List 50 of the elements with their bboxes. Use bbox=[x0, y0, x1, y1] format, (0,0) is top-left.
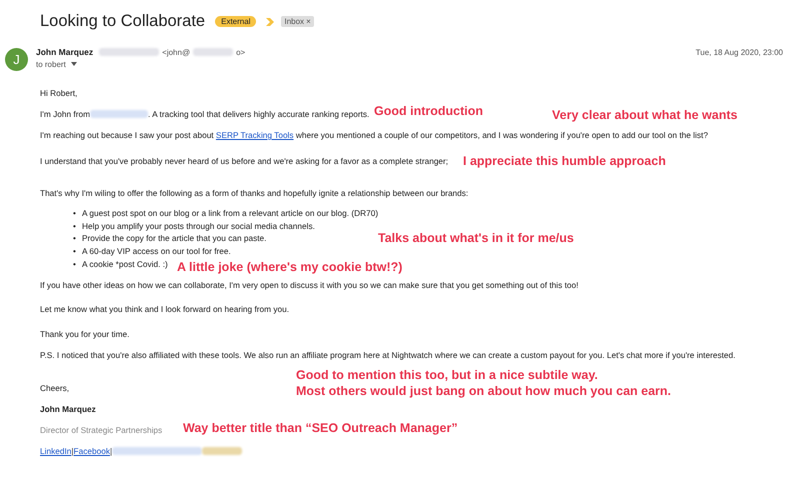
paragraph: P.S. I noticed that you're also affiliated with these tools. We also run an affiliate program here at Nightwatch where we can create a custom payout for you. Let's chat more if you're interested. bbox=[40, 348, 736, 361]
paragraph: Hi Robert, bbox=[40, 87, 78, 99]
paragraph: . A tracking tool that delivers highly accurate ranking reports. bbox=[148, 108, 370, 120]
paragraph: I'm reaching out because I saw your post about SERP Tracking Tools where you mentioned a couple of our competitors, and I was wondering if you're open to add our tool on the list? bbox=[40, 129, 708, 141]
dropdown-caret-icon[interactable] bbox=[70, 62, 77, 66]
paragraph: That's why I'm wiling to offer the following as a form of thanks and hopefully ignite a relationship between our brands: bbox=[40, 187, 468, 199]
bullet-marker: • bbox=[73, 220, 77, 232]
paragraph: I understand that you've probably never heard of us before and we're asking for a favor as a complete stranger; bbox=[40, 155, 448, 167]
bullet-marker: • bbox=[73, 207, 77, 220]
avatar: J bbox=[5, 48, 28, 71]
list-item: Help you amplify your posts through our social media channels. bbox=[82, 220, 315, 232]
separator: | bbox=[110, 444, 112, 457]
annotation: Very clear about what he wants bbox=[552, 107, 738, 123]
link[interactable]: Facebook bbox=[74, 444, 110, 457]
annotation: Way better title than “SEO Outreach Manager” bbox=[183, 420, 458, 436]
sender-address: <john@ bbox=[162, 48, 190, 56]
list-item: A guest post spot on our blog or a link from a relevant article on our blog. (DR70) bbox=[82, 207, 378, 220]
redacted-text bbox=[193, 48, 234, 56]
bullet-marker: • bbox=[73, 258, 77, 271]
recipient: to robert bbox=[36, 60, 66, 68]
email-date: Tue, 18 Aug 2020, 23:00 bbox=[696, 48, 783, 56]
list-item: A 60-day VIP access on our tool for free. bbox=[82, 245, 231, 258]
paragraph: Thank you for your time. bbox=[40, 328, 130, 340]
annotation: Good introduction bbox=[374, 103, 484, 119]
label-tag[interactable]: External bbox=[215, 16, 256, 27]
label-chip[interactable]: Inbox × bbox=[281, 16, 314, 27]
annotation: Talks about what's in it for me/us bbox=[378, 230, 574, 246]
redacted-text bbox=[99, 48, 160, 56]
annotation: A little joke (where's my cookie btw!?) bbox=[177, 259, 402, 275]
bullet-marker: • bbox=[73, 245, 77, 258]
list-item: Provide the copy for the article that you can paste. bbox=[82, 232, 266, 246]
paragraph: I'm John from bbox=[40, 108, 90, 120]
link[interactable]: LinkedIn bbox=[40, 444, 72, 457]
email-subject: Looking to Collaborate bbox=[40, 12, 206, 31]
paragraph: Cheers, bbox=[40, 382, 70, 394]
annotation: Good to mention this too, but in a nice subtile way. Most others would just bang on about how much you can earn. bbox=[296, 367, 672, 399]
remove-label-button[interactable]: × bbox=[306, 17, 311, 26]
list-item: A cookie *post Covid. :) bbox=[82, 258, 168, 271]
annotation: I appreciate this humble approach bbox=[463, 153, 666, 169]
paragraph: If you have other ideas on how we can collaborate, I'm very open to discuss it with you so we can make sure that you get something out of this too! bbox=[40, 278, 578, 291]
bullet-marker: • bbox=[73, 232, 77, 246]
link[interactable]: SERP Tracking Tools bbox=[216, 130, 294, 140]
signature-name: John Marquez bbox=[40, 402, 96, 415]
sender-address: o> bbox=[236, 48, 246, 56]
sender-name: John Marquez bbox=[36, 47, 94, 57]
importance-marker-icon bbox=[266, 18, 276, 26]
redacted-text bbox=[90, 110, 148, 118]
separator: | bbox=[71, 444, 74, 457]
paragraph: Let me know what you think and I look forward on hearing from you. bbox=[40, 302, 290, 315]
signature-title: Director of Strategic Partnerships bbox=[40, 424, 162, 436]
